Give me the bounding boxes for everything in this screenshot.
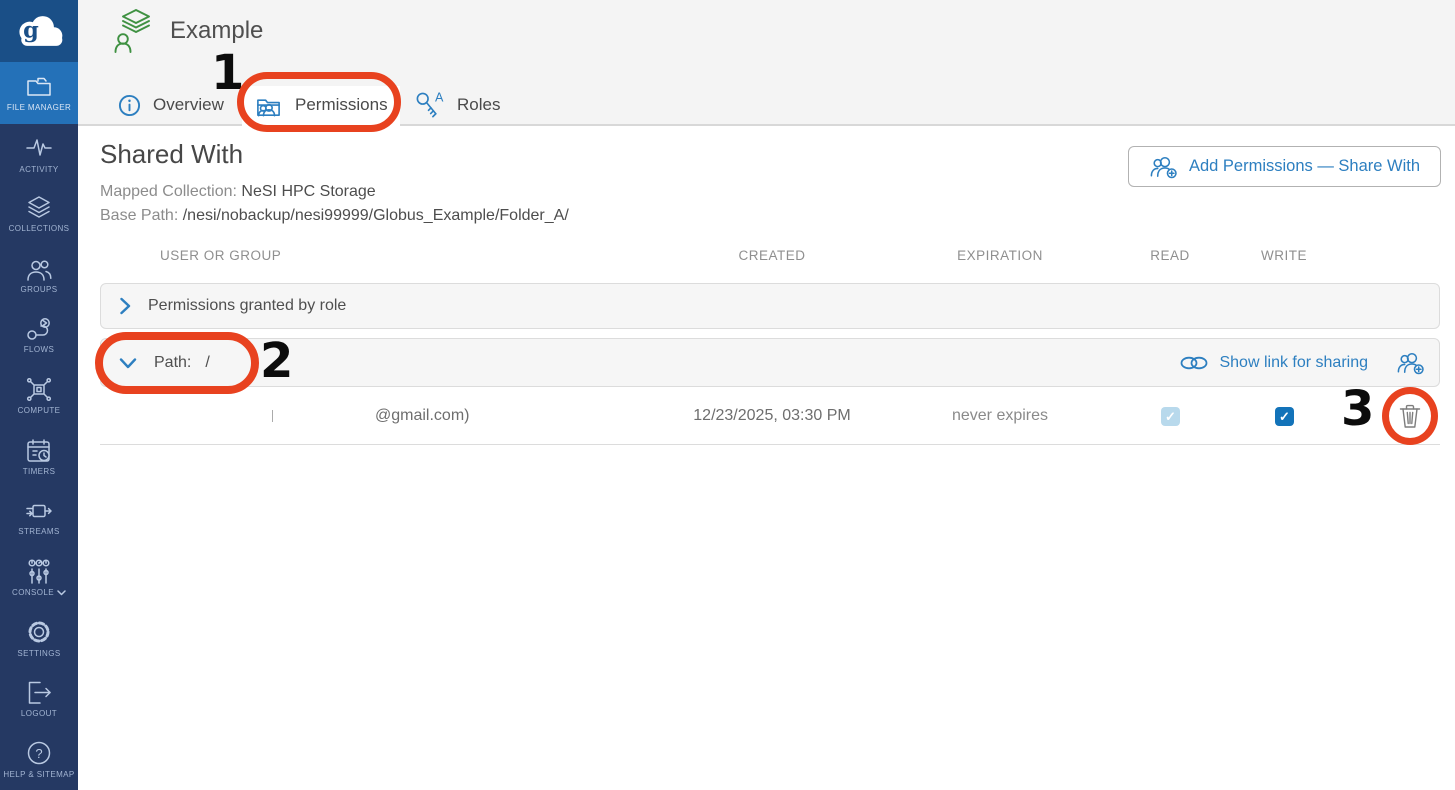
- sidebar-item-groups[interactable]: GROUPS: [0, 245, 78, 306]
- add-permissions-label: Add Permissions — Share With: [1189, 157, 1420, 176]
- info-icon: [118, 94, 141, 117]
- sidebar-item-streams[interactable]: STREAMS: [0, 487, 78, 548]
- calendar-clock-icon: [25, 437, 53, 464]
- base-path-label: Base Path:: [100, 207, 178, 224]
- sidebar-item-timers[interactable]: TIMERS: [0, 427, 78, 488]
- path-value: /: [205, 354, 209, 372]
- mapped-collection-line: Mapped Collection: NeSI HPC Storage: [100, 183, 376, 201]
- sidebar-item-label: COLLECTIONS: [9, 225, 70, 234]
- link-icon: [1179, 354, 1209, 372]
- write-checkbox[interactable]: [1275, 407, 1294, 426]
- mapped-collection-value: NeSI HPC Storage: [241, 183, 375, 200]
- svg-text:A: A: [435, 90, 444, 104]
- add-people-icon: [1149, 155, 1178, 179]
- tab-permissions[interactable]: Permissions: [254, 86, 388, 124]
- base-path-line: Base Path: /nesi/nobackup/nesi99999/Glob…: [100, 207, 569, 225]
- console-sliders-icon: [25, 558, 53, 585]
- sidebar-item-label: SETTINGS: [17, 650, 60, 659]
- redacted-text-mark: [272, 410, 273, 422]
- sidebar-item-label: GROUPS: [20, 286, 57, 295]
- sidebar-item-help-sitemap[interactable]: ? HELP & SITEMAP: [0, 729, 78, 790]
- svg-text:?: ?: [35, 746, 42, 761]
- column-header-expiration: EXPIRATION: [900, 248, 1100, 263]
- page-header: Example Overview Permissions A Roles: [78, 0, 1455, 126]
- gear-icon: [25, 618, 53, 646]
- activity-pulse-icon: [25, 134, 53, 162]
- collection-title-group: Example: [112, 8, 263, 54]
- sidebar-item-label: ACTIVITY: [19, 166, 58, 175]
- add-permission-to-path-icon[interactable]: [1396, 350, 1425, 376]
- sidebar-item-compute[interactable]: COMPUTE: [0, 366, 78, 427]
- column-header-created: CREATED: [672, 248, 872, 263]
- sidebar-item-label: CONSOLE: [12, 589, 54, 598]
- folder-icon: [25, 73, 53, 100]
- streams-icon: [25, 497, 53, 524]
- tab-overview[interactable]: Overview: [118, 86, 224, 124]
- base-path-value: /nesi/nobackup/nesi99999/Globus_Example/…: [183, 207, 569, 224]
- sidebar-item-collections[interactable]: COLLECTIONS: [0, 185, 78, 246]
- permissions-folder-people-icon: [254, 92, 283, 119]
- chevron-down-icon: [119, 357, 137, 369]
- globus-cloud-icon: g: [11, 11, 67, 51]
- guest-collection-icon: [112, 8, 154, 54]
- tab-label: Roles: [457, 95, 500, 115]
- column-header-write: WRITE: [1234, 248, 1334, 263]
- permission-row: @gmail.com) 12/23/2025, 03:30 PM never e…: [100, 387, 1440, 445]
- sidebar-item-label: LOGOUT: [21, 710, 57, 719]
- sidebar-item-label: TIMERS: [23, 468, 56, 477]
- sidebar-item-logout[interactable]: LOGOUT: [0, 669, 78, 730]
- permission-user: @gmail.com): [375, 407, 469, 425]
- tab-label: Permissions: [295, 95, 388, 115]
- section-title: Shared With: [100, 139, 243, 170]
- sidebar-item-label: COMPUTE: [18, 407, 61, 416]
- sidebar-item-console[interactable]: CONSOLE: [0, 548, 78, 609]
- show-link-for-sharing[interactable]: Show link for sharing: [1179, 354, 1368, 372]
- permission-created: 12/23/2025, 03:30 PM: [672, 407, 872, 425]
- sidebar-item-activity[interactable]: ACTIVITY: [0, 124, 78, 185]
- logout-icon: [25, 679, 53, 706]
- svg-text:g: g: [23, 18, 39, 44]
- sidebar-item-file-manager[interactable]: FILE MANAGER: [0, 62, 78, 124]
- add-permissions-button[interactable]: Add Permissions — Share With: [1128, 146, 1441, 187]
- column-header-read: READ: [1120, 248, 1220, 263]
- roles-key-icon: A: [414, 90, 445, 121]
- path-group-row[interactable]: Path: / Show link for sharing: [100, 338, 1440, 387]
- flows-icon: [25, 316, 53, 342]
- sidebar-item-label: STREAMS: [18, 528, 59, 537]
- path-label: Path:: [154, 354, 191, 372]
- chevron-down-icon: [57, 590, 66, 596]
- compute-chip-icon: [25, 376, 53, 403]
- tab-label: Overview: [153, 95, 224, 115]
- tab-roles[interactable]: A Roles: [414, 86, 500, 124]
- help-question-icon: ?: [25, 739, 53, 767]
- permission-expiration: never expires: [900, 407, 1100, 425]
- globus-logo[interactable]: g: [0, 0, 78, 62]
- sidebar-item-label: HELP & SITEMAP: [3, 771, 74, 780]
- groups-people-icon: [25, 256, 53, 282]
- role-permissions-group-row[interactable]: Permissions granted by role: [100, 283, 1440, 329]
- sidebar: g FILE MANAGER ACTIVITY COLLECTIONS GROU…: [0, 0, 78, 790]
- role-group-label: Permissions granted by role: [148, 297, 346, 315]
- sidebar-item-flows[interactable]: FLOWS: [0, 306, 78, 367]
- sidebar-item-label: FLOWS: [24, 346, 54, 355]
- show-link-label: Show link for sharing: [1219, 354, 1368, 372]
- read-checkbox[interactable]: [1161, 407, 1180, 426]
- layers-icon: [25, 195, 53, 221]
- page-title: Example: [170, 17, 263, 45]
- sidebar-item-settings[interactable]: SETTINGS: [0, 608, 78, 669]
- column-header-user: USER OR GROUP: [160, 248, 281, 263]
- chevron-right-icon: [119, 297, 131, 315]
- mapped-collection-label: Mapped Collection:: [100, 183, 237, 200]
- delete-permission-trash-icon[interactable]: [1397, 402, 1423, 430]
- sidebar-item-label: FILE MANAGER: [7, 104, 71, 113]
